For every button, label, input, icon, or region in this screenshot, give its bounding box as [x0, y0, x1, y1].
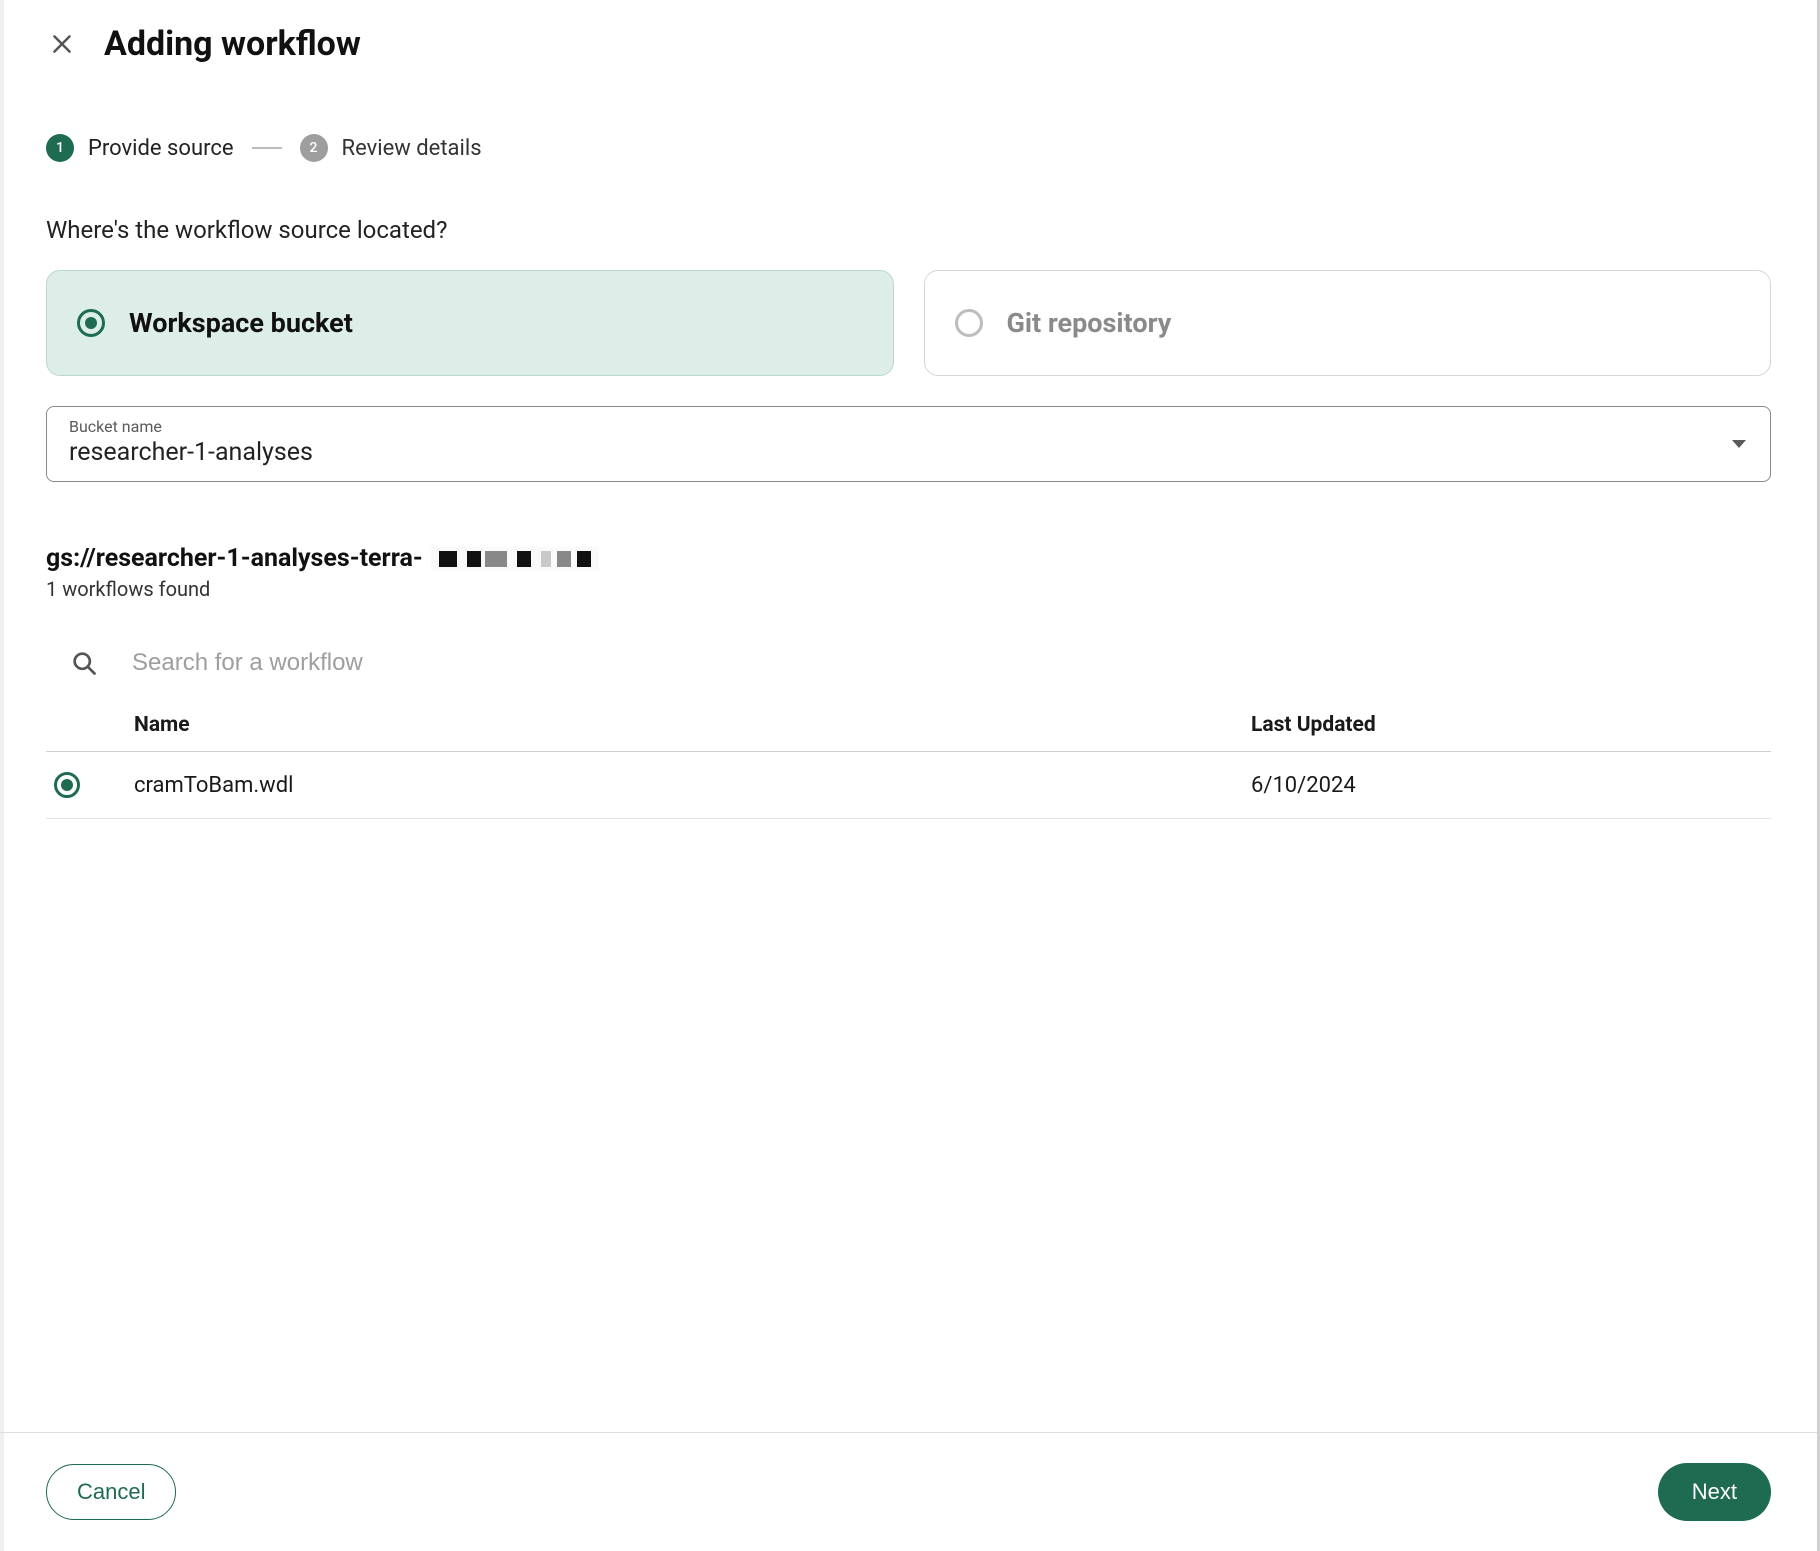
dialog-content: Adding workflow 1 Provide source 2 Revie…	[0, 0, 1817, 1432]
dialog-header: Adding workflow	[46, 24, 1771, 64]
step-label: Review details	[342, 136, 482, 161]
radio-selected-icon	[54, 772, 80, 798]
close-button[interactable]	[46, 28, 78, 60]
add-workflow-dialog: Adding workflow 1 Provide source 2 Revie…	[0, 0, 1820, 1551]
source-option-label: Git repository	[1007, 307, 1172, 339]
source-option-label: Workspace bucket	[129, 307, 353, 339]
redacted-segment	[431, 547, 599, 571]
step-label: Provide source	[88, 136, 234, 161]
table-row[interactable]: cramToBam.wdl 6/10/2024	[46, 752, 1771, 819]
source-option-workspace-bucket[interactable]: Workspace bucket	[46, 270, 894, 376]
workflow-count: 1 workflows found	[46, 577, 1771, 601]
page-title: Adding workflow	[104, 24, 361, 64]
step-connector	[252, 147, 282, 149]
close-icon	[49, 31, 75, 57]
cancel-button[interactable]: Cancel	[46, 1464, 176, 1520]
workflow-updated: 6/10/2024	[1251, 752, 1771, 819]
dialog-footer: Cancel Next	[0, 1432, 1817, 1551]
stepper: 1 Provide source 2 Review details	[46, 134, 1771, 162]
chevron-down-icon	[1732, 440, 1746, 448]
table-header-name: Name	[134, 699, 1251, 752]
step-review-details: 2 Review details	[300, 134, 482, 162]
bucket-path: gs://researcher-1-analyses-terra-	[46, 544, 1771, 573]
next-button[interactable]: Next	[1658, 1463, 1771, 1521]
workflow-name: cramToBam.wdl	[134, 752, 1251, 819]
search-input[interactable]	[132, 649, 1761, 677]
select-label: Bucket name	[69, 417, 1748, 436]
search-row	[46, 649, 1771, 699]
step-badge: 1	[46, 134, 74, 162]
source-question: Where's the workflow source located?	[46, 216, 1771, 244]
source-option-git-repository[interactable]: Git repository	[924, 270, 1772, 376]
bucket-path-prefix: gs://researcher-1-analyses-terra-	[46, 544, 423, 573]
select-value: researcher-1-analyses	[69, 438, 1748, 467]
radio-icon	[77, 309, 105, 337]
search-icon	[70, 649, 98, 677]
source-options: Workspace bucket Git repository	[46, 270, 1771, 376]
step-badge: 2	[300, 134, 328, 162]
table-header-updated: Last Updated	[1251, 699, 1771, 752]
radio-icon	[955, 309, 983, 337]
step-provide-source: 1 Provide source	[46, 134, 234, 162]
table-header-select	[46, 699, 134, 752]
workflow-table: Name Last Updated cramToBam.wdl 6/10/202…	[46, 699, 1771, 819]
bucket-name-select[interactable]: Bucket name researcher-1-analyses	[46, 406, 1771, 482]
